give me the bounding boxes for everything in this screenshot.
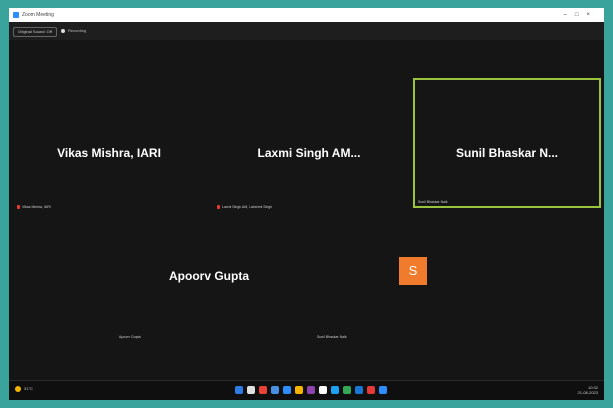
muted-mic-icon xyxy=(217,205,220,210)
taskbar-app-icon[interactable] xyxy=(283,386,291,394)
participant-tile[interactable]: Vikas Mishra, IARI Vikas Mishra, IARI xyxy=(9,50,209,210)
participant-display-name: Sunil Bhaskar N... xyxy=(455,146,559,160)
taskbar-app-icon[interactable] xyxy=(355,386,363,394)
participant-tile[interactable]: Apoorv Gupta Apoorv Gupta xyxy=(109,213,309,348)
window-title: Zoom Meeting xyxy=(22,12,54,18)
meeting-window: Zoom Meeting –□× Original Sound: Off Rec… xyxy=(9,8,604,400)
clock-date: 21-08-2023 xyxy=(577,390,598,395)
recording-indicator: Recording xyxy=(61,27,86,35)
participant-name-label: Vikas Mishra, IARI xyxy=(17,205,51,210)
recording-label: Recording xyxy=(68,28,87,33)
taskbar-app-icon[interactable] xyxy=(367,386,375,394)
system-tray[interactable]: 10:32 21-08-2023 xyxy=(578,385,598,395)
zoom-app-icon xyxy=(13,12,19,18)
meeting-toolbar: Original Sound: Off Recording xyxy=(9,22,604,40)
original-sound-button[interactable]: Original Sound: Off xyxy=(13,27,57,37)
participant-display-name: Vikas Mishra, IARI xyxy=(57,146,161,160)
taskbar-app-icon[interactable] xyxy=(295,386,303,394)
record-icon xyxy=(61,28,65,33)
muted-mic-icon xyxy=(17,205,20,210)
maximize-icon[interactable]: □ xyxy=(575,12,587,18)
weather-widget[interactable]: 31°C xyxy=(15,386,33,392)
taskbar-app-icon[interactable] xyxy=(271,386,279,394)
weather-temp: 31°C xyxy=(24,386,33,392)
taskbar-app-icon[interactable] xyxy=(331,386,339,394)
taskbar-app-icon[interactable] xyxy=(259,386,267,394)
participant-display-name: Apoorv Gupta xyxy=(169,269,249,283)
taskbar-app-icon[interactable] xyxy=(343,386,351,394)
taskbar-app-icon[interactable] xyxy=(307,386,315,394)
taskbar-apps xyxy=(235,386,387,394)
minimize-icon[interactable]: – xyxy=(564,12,575,18)
taskbar-app-icon[interactable] xyxy=(235,386,243,394)
participant-avatar: S xyxy=(399,257,427,285)
participant-name-label: Sunil Bhaskar Naik xyxy=(317,335,347,339)
participant-name-label: Sunil Bhaskar Naik xyxy=(418,200,448,204)
participant-tile-active-speaker[interactable]: Sunil Bhaskar N... Sunil Bhaskar Naik xyxy=(413,78,601,208)
participant-name-label: Laxmi Singh AM, Lakshmi Singh xyxy=(217,205,272,210)
participant-display-name: Laxmi Singh AM... xyxy=(257,146,361,160)
participant-name-label: Apoorv Gupta xyxy=(119,335,141,339)
participant-tile[interactable]: Laxmi Singh AM... Laxmi Singh AM, Lakshm… xyxy=(209,50,409,210)
windows-taskbar: 31°C 10:32 21-08-2023 xyxy=(9,380,604,400)
close-icon[interactable]: × xyxy=(586,12,598,18)
title-bar: Zoom Meeting –□× xyxy=(9,8,604,22)
taskbar-app-icon[interactable] xyxy=(379,386,387,394)
taskbar-app-icon[interactable] xyxy=(319,386,327,394)
window-controls[interactable]: –□× xyxy=(564,8,598,22)
taskbar-app-icon[interactable] xyxy=(247,386,255,394)
sun-icon xyxy=(15,386,21,392)
